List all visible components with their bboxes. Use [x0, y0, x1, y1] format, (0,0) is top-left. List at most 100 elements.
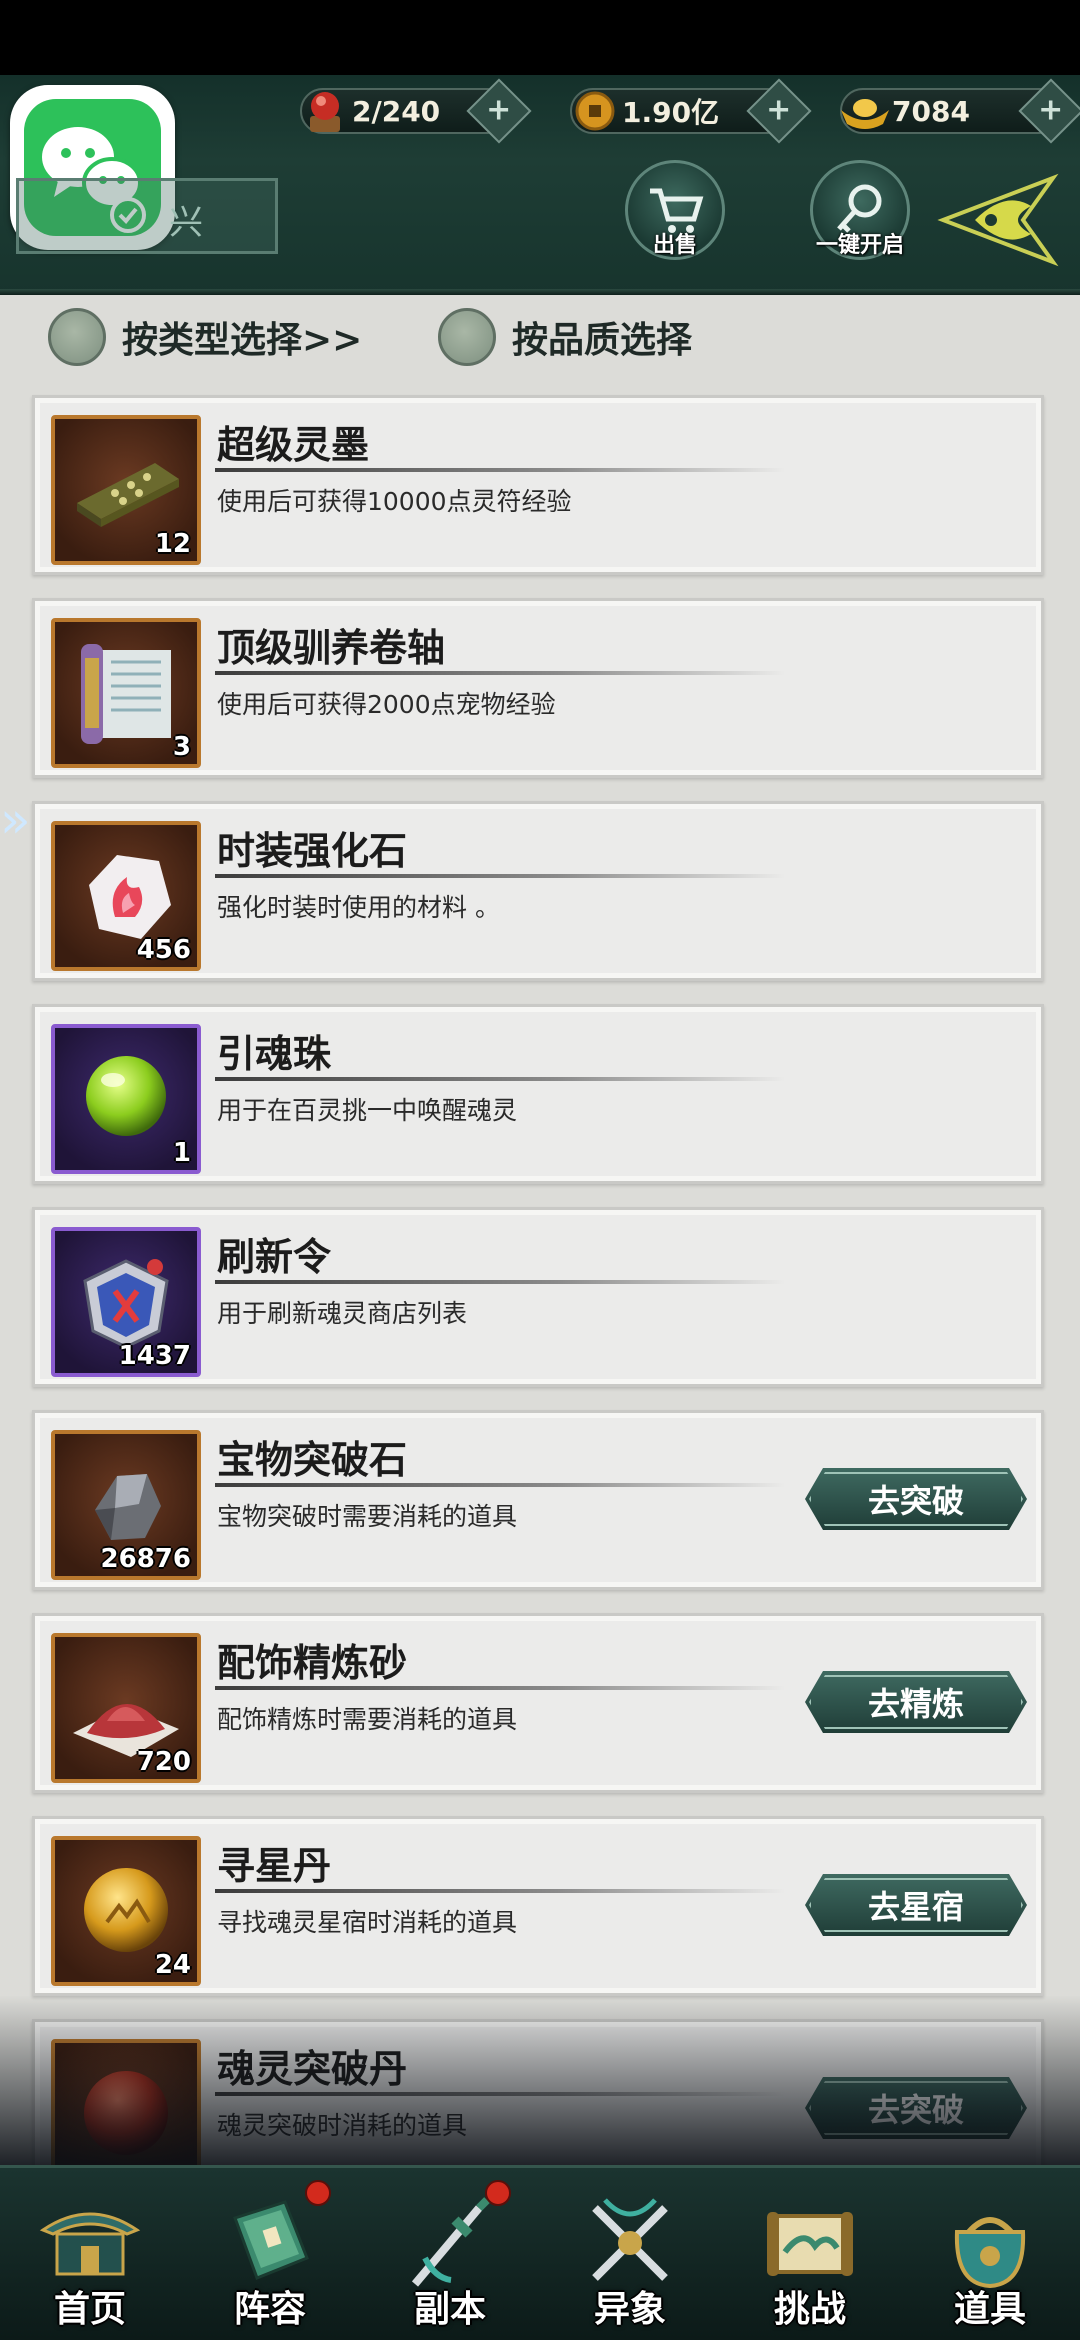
nav-anomaly-label: 异象	[593, 2288, 666, 2330]
nav-lineup[interactable]: 阵容	[205, 2178, 335, 2338]
item-card[interactable]: 12 超级灵墨 使用后可获得10000点灵符经验	[32, 395, 1044, 575]
item-description: 宝物突破时需要消耗的道具	[217, 1502, 518, 1531]
sell-button[interactable]: 出售	[625, 160, 725, 260]
title-underline	[215, 1889, 785, 1893]
item-count: 12	[154, 529, 191, 559]
item-count: 3	[172, 732, 191, 762]
title-underline	[215, 1077, 785, 1081]
item-name: 刷新令	[217, 1234, 332, 1279]
item-icon-frame: 1437	[51, 1227, 201, 1377]
resource-orbs: 2/240 +	[300, 78, 532, 144]
add-orbs-button[interactable]: +	[466, 78, 532, 144]
item-description: 寻找魂灵星宿时消耗的道具	[217, 1908, 518, 1937]
gold-ingot-icon	[836, 82, 894, 140]
item-description: 配饰精炼时需要消耗的道具	[217, 1705, 518, 1734]
go-breakthrough-button[interactable]: 去突破	[805, 2077, 1027, 2139]
title-underline	[215, 1483, 785, 1487]
filter-by-type[interactable]: 按类型选择>>	[48, 307, 362, 367]
item-icon-frame: 1	[51, 1024, 201, 1174]
plus-icon: +	[1038, 92, 1064, 128]
go-constellation-button[interactable]: 去星宿	[805, 1874, 1027, 1936]
ingot-count: 7084	[892, 94, 970, 128]
orb-count: 2/240	[352, 94, 441, 128]
item-name: 超级灵墨	[217, 422, 370, 467]
item-icon-frame: 720	[51, 1633, 201, 1783]
item-name: 魂灵突破丹	[217, 2046, 408, 2091]
item-name: 配饰精炼砂	[217, 1640, 408, 1685]
item-description: 强化时装时使用的材料 。	[217, 893, 500, 922]
radio-icon	[438, 308, 496, 366]
item-icon-frame: 456	[51, 821, 201, 971]
nav-anomaly[interactable]: 异象	[565, 2178, 695, 2338]
search-box[interactable]: 兴	[16, 178, 278, 254]
item-count: 456	[136, 935, 191, 965]
copper-coin-icon	[566, 82, 624, 140]
item-card[interactable]: 720 配饰精炼砂 配饰精炼时需要消耗的道具 去精炼	[32, 1613, 1044, 1793]
item-card[interactable]: 1437 刷新令 用于刷新魂灵商店列表	[32, 1207, 1044, 1387]
coin-count: 1.90亿	[622, 96, 720, 129]
notification-dot	[485, 2180, 511, 2206]
back-emblem-button[interactable]	[935, 170, 1065, 270]
nav-dungeon[interactable]: 副本	[385, 2178, 515, 2338]
title-underline	[215, 1280, 785, 1284]
item-name: 寻星丹	[217, 1843, 332, 1888]
resource-coins: 1.90亿 +	[570, 78, 812, 144]
filter-by-type-label: 按类型选择>>	[122, 319, 363, 361]
radio-icon	[48, 308, 106, 366]
item-description: 用于刷新魂灵商店列表	[217, 1299, 468, 1328]
top-bar: 2/240 + 1.90亿 + 7084 + 兴 出售 一键开启	[0, 0, 1080, 295]
filter-bar: 按类型选择>> 按品质选择	[0, 295, 1080, 375]
item-name: 顶级驯养卷轴	[217, 625, 446, 670]
item-description: 魂灵突破时消耗的道具	[217, 2111, 468, 2140]
item-count: 720	[136, 1747, 191, 1777]
nav-lineup-label: 阵容	[233, 2288, 306, 2330]
red-orb-icon	[296, 82, 354, 140]
nav-items[interactable]: 道具	[925, 2178, 1055, 2338]
item-card[interactable]: 魂灵突破丹 魂灵突破时消耗的道具 去突破	[32, 2019, 1044, 2165]
side-expand-arrow-icon[interactable]: »	[0, 790, 34, 850]
plus-icon: +	[766, 92, 792, 128]
item-count: 26876	[100, 1544, 191, 1574]
item-count: 1	[172, 1138, 191, 1168]
notification-dot	[305, 2180, 331, 2206]
item-icon-frame	[51, 2039, 201, 2165]
title-underline	[215, 468, 785, 472]
item-count: 1437	[118, 1341, 191, 1371]
item-name: 宝物突破石	[217, 1437, 408, 1482]
item-count: 24	[154, 1950, 191, 1980]
go-breakthrough-button[interactable]: 去突破	[805, 1468, 1027, 1530]
item-card[interactable]: 1 引魂珠 用于在百灵挑一中唤醒魂灵	[32, 1004, 1044, 1184]
nav-dungeon-label: 副本	[413, 2288, 486, 2330]
sell-label: 出售	[652, 233, 697, 258]
nav-challenge-label: 挑战	[773, 2288, 846, 2330]
open-all-button[interactable]: 一键开启	[810, 160, 910, 260]
add-ingots-button[interactable]: +	[1018, 78, 1080, 144]
item-icon-frame: 24	[51, 1836, 201, 1986]
item-description: 使用后可获得2000点宠物经验	[217, 690, 556, 719]
emblem-icon	[937, 173, 1059, 267]
filter-by-quality-label: 按品质选择	[512, 319, 693, 361]
nav-home-label: 首页	[53, 2288, 126, 2330]
resource-ingots: 7084 +	[840, 78, 1080, 144]
nav-home[interactable]: 首页	[25, 2178, 155, 2338]
item-card[interactable]: 3 顶级驯养卷轴 使用后可获得2000点宠物经验	[32, 598, 1044, 778]
title-underline	[215, 874, 785, 878]
nav-items-label: 道具	[953, 2288, 1026, 2330]
bottom-navigation: 首页 阵容 副本 异象 挑战 道具	[0, 2165, 1080, 2340]
go-refine-button[interactable]: 去精炼	[805, 1671, 1027, 1733]
nav-challenge[interactable]: 挑战	[745, 2178, 875, 2338]
item-icon-frame: 12	[51, 415, 201, 565]
title-underline	[215, 671, 785, 675]
item-description: 用于在百灵挑一中唤醒魂灵	[217, 1096, 518, 1125]
inventory-panel: 按类型选择>> 按品质选择 12 超级灵墨 使用后可获得10000点灵符经验 3…	[0, 295, 1080, 2165]
item-description: 使用后可获得10000点灵符经验	[217, 487, 572, 516]
plus-icon: +	[486, 92, 512, 128]
item-name: 时装强化石	[217, 828, 408, 873]
add-coins-button[interactable]: +	[746, 78, 812, 144]
item-card[interactable]: 26876 宝物突破石 宝物突破时需要消耗的道具 去突破	[32, 1410, 1044, 1590]
item-card[interactable]: 456 时装强化石 强化时装时使用的材料 。	[32, 801, 1044, 981]
item-name: 引魂珠	[217, 1031, 332, 1076]
filter-by-quality[interactable]: 按品质选择	[438, 307, 692, 367]
item-card[interactable]: 24 寻星丹 寻找魂灵星宿时消耗的道具 去星宿	[32, 1816, 1044, 1996]
open-all-label: 一键开启	[815, 233, 904, 258]
